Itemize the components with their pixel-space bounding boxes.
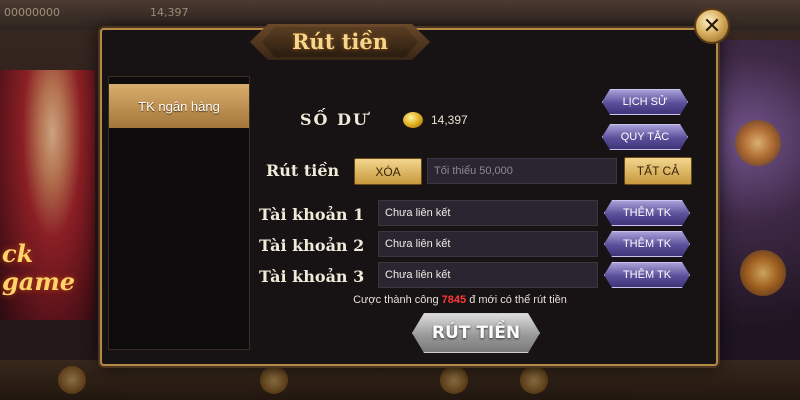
close-button[interactable]: ✕ bbox=[694, 8, 730, 44]
lobby-chip-icon bbox=[260, 366, 288, 394]
withdraw-amount-label: Rút tiền bbox=[266, 161, 340, 180]
withdraw-amount-input[interactable]: Tối thiểu 50,000 bbox=[427, 158, 617, 184]
balance-value: 14,397 bbox=[431, 113, 468, 127]
account-2-label: Tài khoản 2 bbox=[259, 236, 365, 255]
account-2-field[interactable]: Chưa liên kết bbox=[378, 231, 598, 257]
lobby-top-balance: 14,397 bbox=[150, 6, 189, 19]
clear-button[interactable]: XÓA bbox=[354, 158, 422, 185]
rules-button[interactable]: QUY TẮC bbox=[602, 124, 688, 150]
sidebar-item-bank-account[interactable]: TK ngân hàng bbox=[109, 84, 249, 128]
withdraw-submit-button[interactable]: RÚT TIỀN bbox=[412, 313, 540, 353]
add-account-2-button[interactable]: THÊM TK bbox=[604, 231, 690, 257]
account-3-field[interactable]: Chưa liên kết bbox=[378, 262, 598, 288]
notice-suffix: đ mới có thể rút tiền bbox=[469, 294, 567, 306]
account-1-label: Tài khoản 1 bbox=[259, 205, 365, 224]
notice-amount: 7845 bbox=[441, 294, 467, 306]
account-1-field[interactable]: Chưa liên kết bbox=[378, 200, 598, 226]
add-account-1-button[interactable]: THÊM TK bbox=[604, 200, 690, 226]
notice-prefix: Cược thành công bbox=[353, 294, 439, 306]
gold-coin-icon bbox=[403, 112, 423, 128]
account-3-label: Tài khoản 3 bbox=[259, 267, 365, 286]
lobby-chip-icon bbox=[520, 366, 548, 394]
add-account-3-button[interactable]: THÊM TK bbox=[604, 262, 690, 288]
lobby-orb-decoration bbox=[735, 120, 781, 166]
lobby-orb-decoration bbox=[740, 250, 786, 296]
balance-label: SỐ DƯ bbox=[300, 110, 369, 129]
wager-requirement-notice: Cược thành công 7845 đ mới có thể rút ti… bbox=[300, 294, 620, 306]
lobby-chip-icon bbox=[440, 366, 468, 394]
dialog-title: Rút tiền bbox=[291, 29, 389, 54]
history-button[interactable]: LỊCH SỬ bbox=[602, 89, 688, 115]
lobby-bottom-bar bbox=[0, 360, 800, 400]
lobby-top-text: 00000000 bbox=[4, 6, 60, 19]
sidebar-item-label: TK ngân hàng bbox=[138, 98, 220, 114]
withdraw-all-button[interactable]: TẤT CẢ bbox=[624, 157, 692, 185]
lobby-chip-icon bbox=[58, 366, 86, 394]
close-icon: ✕ bbox=[702, 13, 722, 39]
lobby-right-decoration bbox=[715, 40, 800, 370]
lobby-promo-text: ck game bbox=[2, 239, 75, 296]
